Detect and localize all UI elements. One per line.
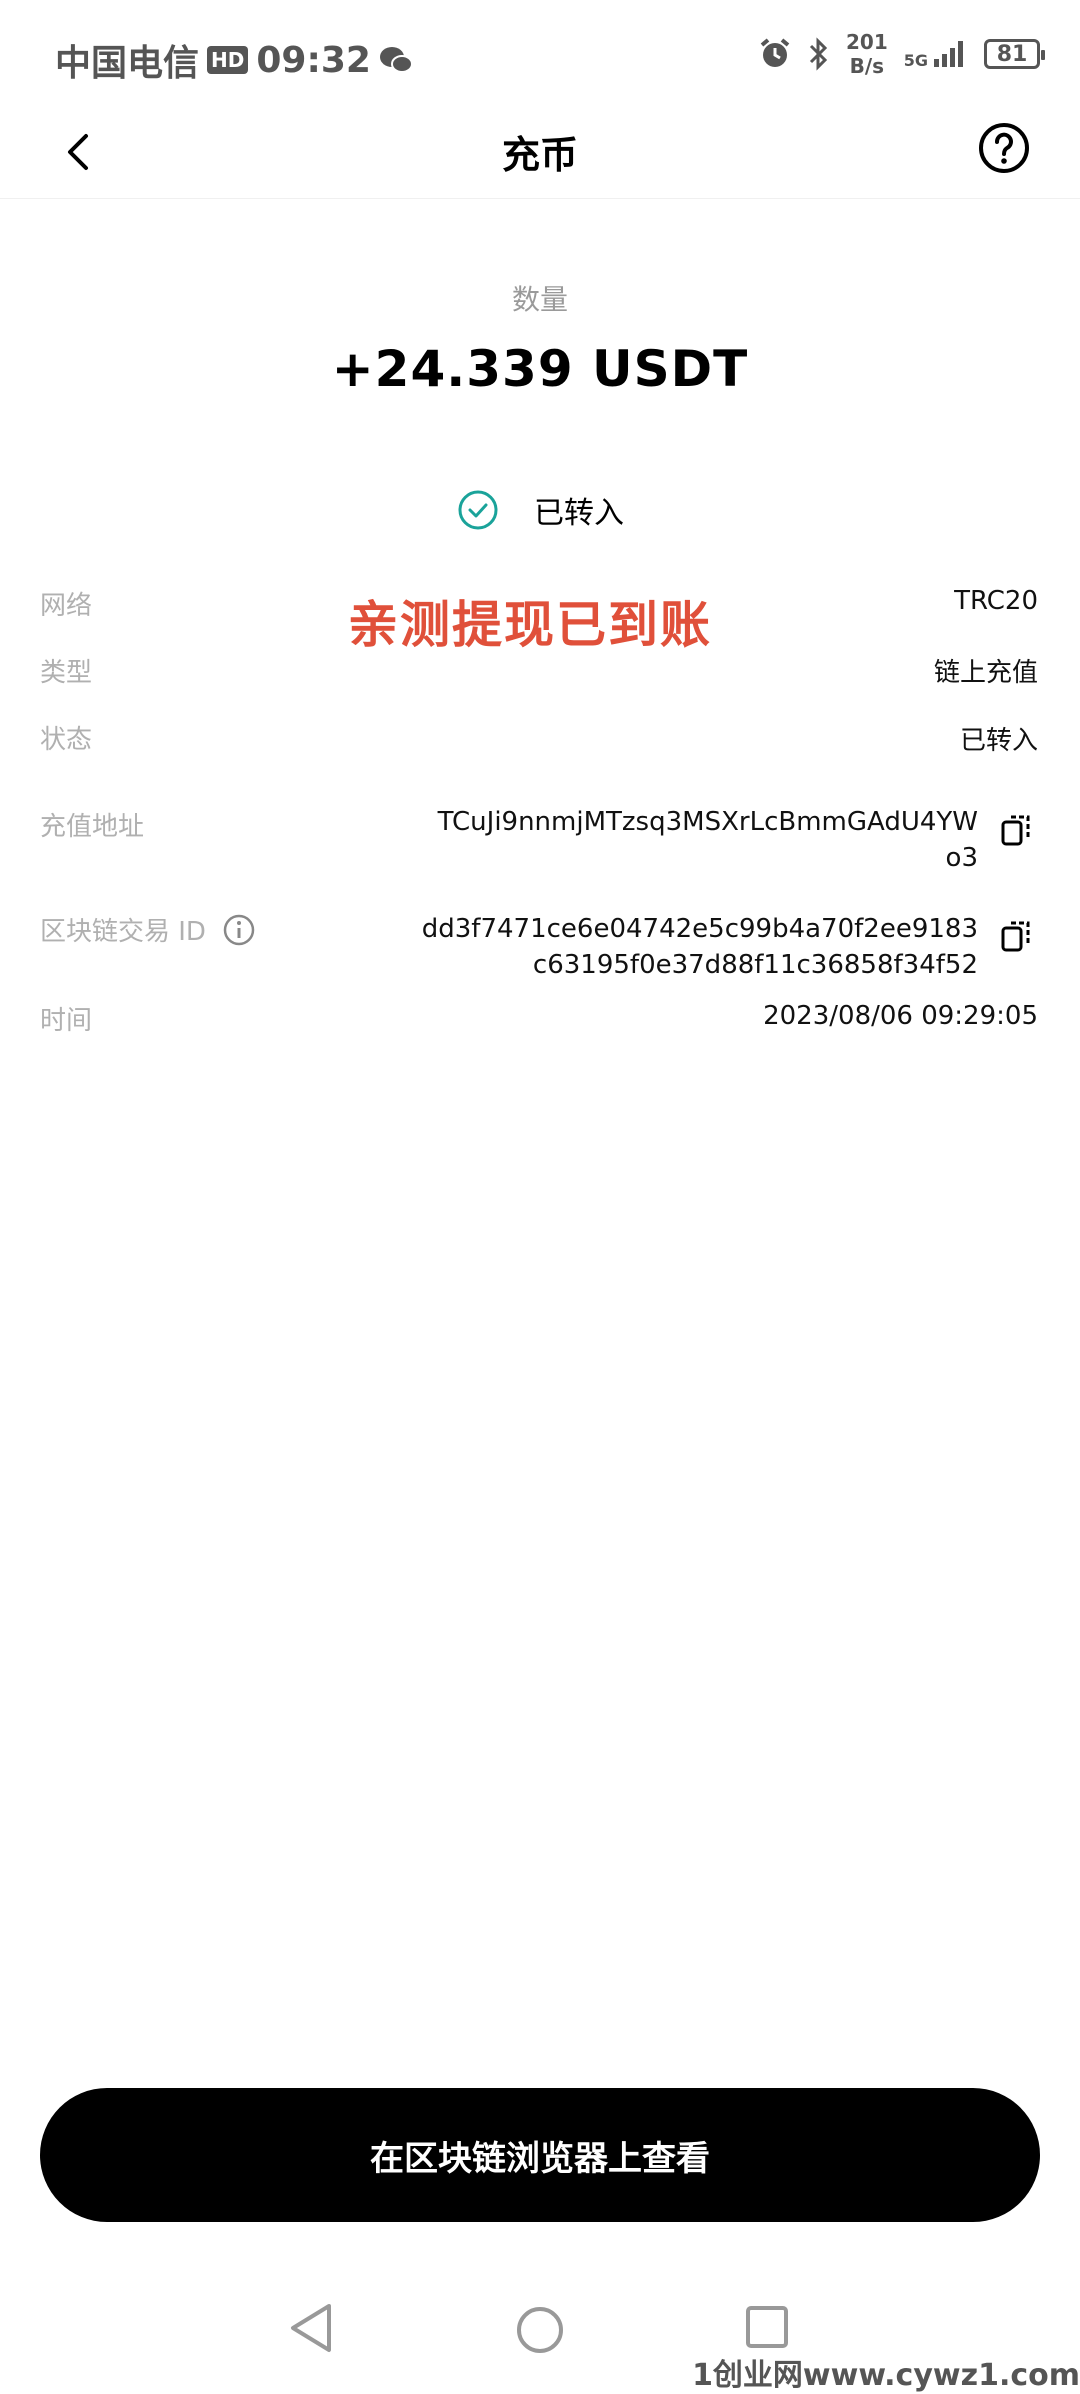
alarm-icon xyxy=(760,38,790,67)
address-line-1: TCuJi9nnmjMTzsq3MSXrLcBmmGAdU4YW xyxy=(437,807,978,837)
address-line-2: o3 xyxy=(945,843,978,873)
address-label: 充值地址 xyxy=(40,812,145,842)
copy-txid-icon[interactable] xyxy=(1000,918,1034,954)
nav-back-icon[interactable] xyxy=(285,2300,337,2356)
transaction-id[interactable]: dd3f7471ce6e04742e5c99b4a70f2ee9183 c631… xyxy=(422,911,978,983)
speed-value: 201 xyxy=(845,30,888,54)
battery-indicator: 81 xyxy=(984,39,1045,69)
check-circle-icon xyxy=(458,490,498,530)
status-value: 已转入 xyxy=(959,726,1038,756)
network-type: 5G xyxy=(903,51,928,70)
status-label: 状态 xyxy=(40,725,93,755)
nav-recent-icon[interactable] xyxy=(745,2305,789,2349)
type-value: 链上充值 xyxy=(933,658,1038,688)
bluetooth-icon xyxy=(809,37,828,71)
network-value: TRC20 xyxy=(954,586,1038,616)
amount-label: 数量 xyxy=(511,283,568,316)
site-watermark: 1创业网www.cywz1.com xyxy=(692,2358,1080,2393)
info-icon[interactable] xyxy=(222,913,256,947)
txid-label-group: 区块链交易 ID xyxy=(40,911,256,948)
status-left: 中国电信 HD 09:32 xyxy=(55,34,413,86)
hd-badge: HD xyxy=(207,46,249,74)
wechat-icon xyxy=(379,47,413,73)
amount-value: +24.339 USDT xyxy=(331,340,749,398)
carrier: 中国电信 xyxy=(55,43,200,84)
transfer-status: 已转入 xyxy=(0,488,1080,532)
type-label: 类型 xyxy=(40,658,93,688)
page-title: 充币 xyxy=(501,133,578,177)
view-on-explorer-button[interactable]: 在区块链浏览器上查看 xyxy=(40,2088,1040,2222)
time-label: 时间 xyxy=(40,1006,93,1036)
network-label: 网络 xyxy=(40,591,93,621)
clock: 09:32 xyxy=(256,39,371,81)
txid-line-1: dd3f7471ce6e04742e5c99b4a70f2ee9183 xyxy=(421,914,978,944)
help-icon[interactable] xyxy=(976,120,1032,176)
txid-line-2: c63195f0e37d88f11c36858f34f52 xyxy=(532,950,978,980)
txid-label: 区块链交易 ID xyxy=(40,917,206,947)
time-value: 2023/08/06 09:29:05 xyxy=(763,1001,1038,1031)
speed-unit: B/s xyxy=(849,54,885,78)
nav-home-icon[interactable] xyxy=(515,2305,565,2355)
network-speed: 201 B/s xyxy=(846,30,888,78)
signal-group: 5G xyxy=(904,39,968,69)
overlay-annotation: 亲测提现已到账 xyxy=(348,596,712,654)
status-text: 已转入 xyxy=(534,496,624,531)
deposit-address[interactable]: TCuJi9nnmjMTzsq3MSXrLcBmmGAdU4YW o3 xyxy=(438,804,978,876)
status-bar: 中国电信 HD 09:32 201 B/s 5G 81 xyxy=(0,0,1080,110)
signal-icon xyxy=(934,41,963,67)
status-right: 201 B/s 5G 81 xyxy=(758,30,1045,78)
header-bar: 充币 xyxy=(0,110,1080,199)
copy-address-icon[interactable] xyxy=(1000,812,1034,848)
